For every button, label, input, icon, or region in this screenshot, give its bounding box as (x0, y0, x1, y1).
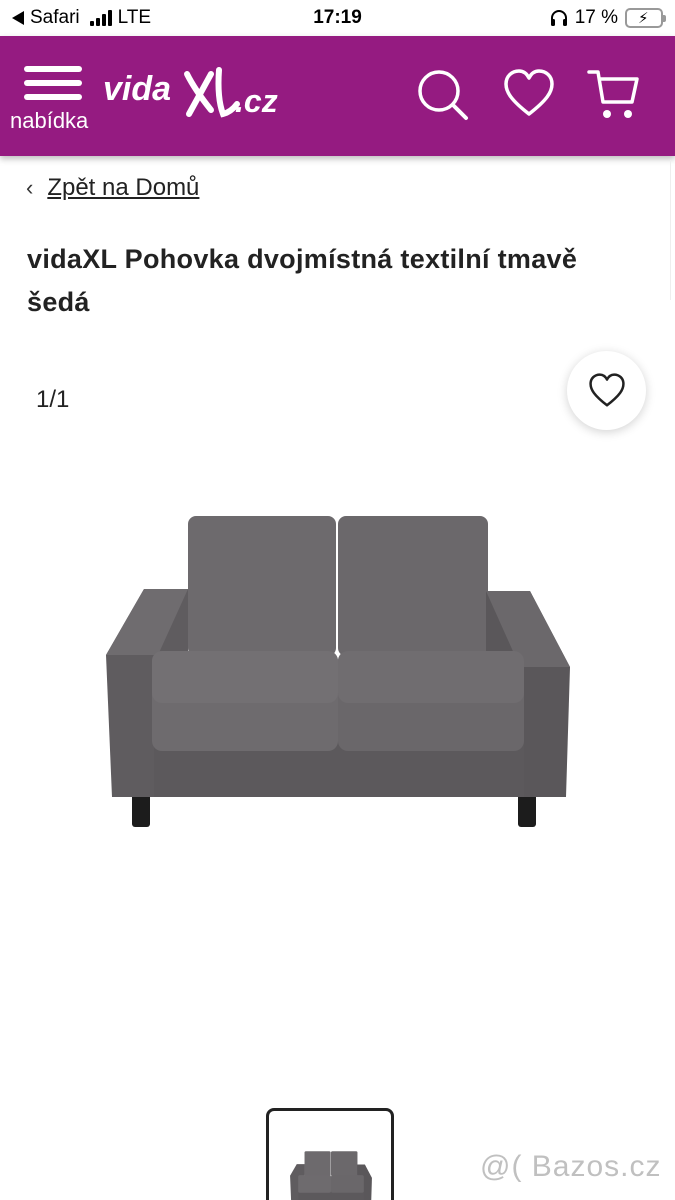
vidaxl-logo[interactable]: vida .cz (103, 64, 288, 124)
status-bar: Safari LTE 17:19 17 % ⚡ (0, 0, 675, 36)
svg-text:.cz: .cz (235, 83, 278, 119)
chevron-left-icon[interactable]: ‹ (26, 175, 33, 201)
headphones-icon (550, 10, 567, 26)
search-button[interactable] (414, 66, 470, 122)
battery-percent: 17 % (574, 7, 618, 28)
thumbnail-1[interactable] (266, 1108, 394, 1200)
svg-text:vida: vida (103, 70, 171, 108)
page: Safari LTE 17:19 17 % ⚡ nabídka vida .cz… (0, 0, 675, 1200)
heart-icon (588, 372, 625, 407)
search-icon (418, 70, 468, 120)
add-to-wishlist-button[interactable] (567, 351, 646, 430)
cart-button[interactable] (586, 66, 642, 122)
product-image[interactable] (100, 505, 576, 830)
status-right: 17 % ⚡ (550, 7, 666, 29)
charging-icon: ⚡ (638, 10, 649, 27)
menu-button[interactable]: nabídka (10, 66, 100, 136)
divider (670, 160, 671, 300)
site-header: nabídka vida .cz (0, 36, 675, 156)
breadcrumb: ‹ Zpět na Domů (26, 174, 199, 202)
image-counter: 1/1 (36, 386, 70, 413)
product-title: vidaXL Pohovka dvojmístná textilní tmavě… (27, 244, 578, 317)
thumbnail-image (290, 1151, 372, 1200)
wishlist-button[interactable] (501, 66, 557, 122)
cart-icon (587, 70, 639, 118)
back-to-home-link[interactable]: Zpět na Domů (47, 174, 199, 202)
battery-icon: ⚡ (625, 8, 666, 28)
menu-label: nabídka (10, 108, 89, 133)
heart-icon (504, 69, 554, 116)
hamburger-icon (24, 66, 82, 108)
watermark: @( Bazos.cz (480, 1150, 662, 1183)
